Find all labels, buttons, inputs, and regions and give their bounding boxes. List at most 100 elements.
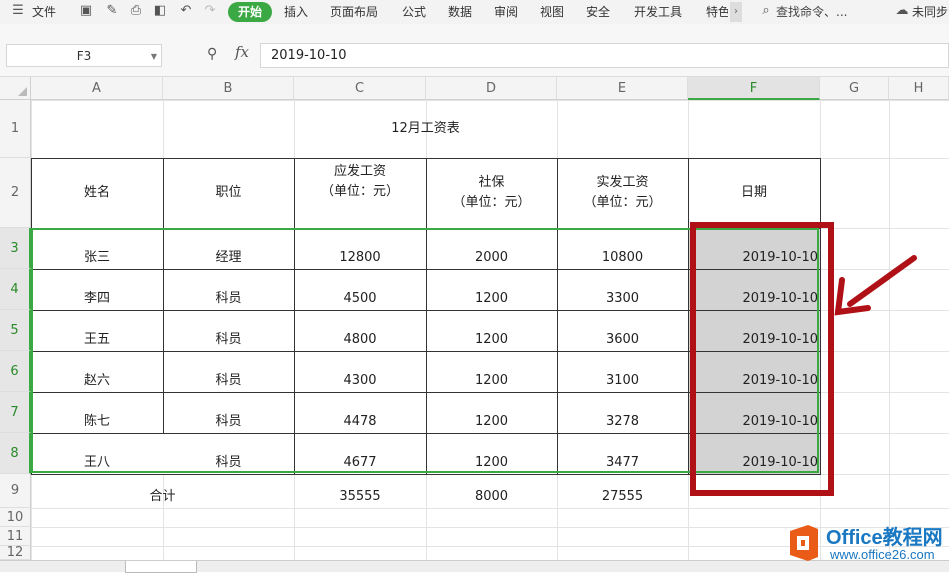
gridline-h — [31, 508, 949, 509]
column-header-h[interactable]: H — [889, 77, 949, 100]
column-header-d[interactable]: D — [426, 77, 557, 100]
row-header-4[interactable]: 4 — [0, 269, 31, 310]
cell-name[interactable]: 陈七 — [31, 392, 163, 433]
header-net-line-1: 实发工资 — [596, 175, 649, 190]
fx-icon[interactable]: fx — [235, 43, 249, 61]
tab-security[interactable]: 安全 — [586, 3, 610, 21]
row-header-7[interactable]: 7 — [0, 392, 31, 433]
cell-name[interactable]: 王八 — [31, 433, 163, 474]
tab-data[interactable]: 数据 — [448, 3, 472, 21]
cell-position[interactable]: 科员 — [163, 310, 294, 351]
cell-name[interactable]: 王五 — [31, 310, 163, 351]
name-box[interactable]: F3 ▼ — [6, 44, 162, 67]
row-header-5[interactable]: 5 — [0, 310, 31, 351]
column-header-g[interactable]: G — [820, 77, 889, 100]
watermark-brand: Office教程网 — [826, 527, 943, 549]
cell-gross[interactable]: 4300 — [294, 351, 426, 392]
cell-insurance[interactable]: 1200 — [426, 269, 557, 310]
undo-icon[interactable]: ↶ — [178, 3, 194, 19]
cell-position[interactable]: 科员 — [163, 392, 294, 433]
select-all-corner[interactable] — [0, 77, 31, 100]
header-net-line-2: （单位：元） — [583, 195, 662, 210]
column-header-f[interactable]: F — [688, 77, 820, 100]
format-painter-icon[interactable]: ✎ — [104, 3, 120, 19]
cell-net[interactable]: 3477 — [557, 433, 688, 474]
row-header-11[interactable]: 11 — [0, 527, 31, 546]
row-header-2[interactable]: 2 — [0, 158, 31, 228]
save-icon[interactable]: ▣ — [78, 3, 94, 19]
total-insurance[interactable]: 8000 — [426, 474, 557, 508]
column-header-b[interactable]: B — [163, 77, 294, 100]
tab-review[interactable]: 审阅 — [494, 3, 518, 21]
header-position[interactable]: 职位 — [163, 158, 294, 228]
header-insurance-line-1: 社保 — [478, 175, 505, 190]
cell-position[interactable]: 科员 — [163, 433, 294, 474]
sync-status[interactable]: 未同步 — [912, 3, 949, 21]
zoom-icon[interactable]: ⚲ — [207, 44, 227, 64]
row-header-1[interactable]: 1 — [0, 100, 31, 158]
corner-triangle-icon — [18, 87, 27, 96]
row-header-10[interactable]: 10 — [0, 508, 31, 527]
cell-insurance[interactable]: 1200 — [426, 351, 557, 392]
cell-net[interactable]: 3600 — [557, 310, 688, 351]
row-header-6[interactable]: 6 — [0, 351, 31, 392]
cell-net[interactable]: 3100 — [557, 351, 688, 392]
header-insurance-line-2: （单位：元） — [452, 195, 531, 210]
command-search[interactable]: 查找命令、... — [776, 3, 847, 21]
cell-gross[interactable]: 4500 — [294, 269, 426, 310]
sheet-tab[interactable] — [125, 561, 197, 573]
column-header-a[interactable]: A — [31, 77, 163, 100]
formula-input[interactable]: 2019-10-10 — [260, 43, 949, 68]
total-net[interactable]: 27555 — [557, 474, 688, 508]
row-header-9[interactable]: 9 — [0, 474, 31, 508]
search-icon[interactable]: ⌕ — [758, 3, 774, 19]
row-header-12[interactable]: 12 — [0, 546, 31, 560]
print-icon[interactable]: ⎙ — [128, 3, 144, 19]
header-name[interactable]: 姓名 — [31, 158, 163, 228]
chevron-down-icon[interactable]: ▼ — [151, 45, 157, 68]
tab-insert[interactable]: 插入 — [284, 3, 308, 21]
total-label[interactable]: 合计 — [31, 474, 294, 508]
total-gross[interactable]: 35555 — [294, 474, 426, 508]
tab-start[interactable]: 开始 — [228, 2, 272, 22]
cell-position[interactable]: 科员 — [163, 351, 294, 392]
cell-net[interactable]: 10800 — [557, 228, 688, 269]
cell-gross[interactable]: 4478 — [294, 392, 426, 433]
row-header-8[interactable]: 8 — [0, 433, 31, 474]
header-gross[interactable]: 应发工资 （单位：元） — [294, 158, 426, 228]
cell-insurance[interactable]: 1200 — [426, 310, 557, 351]
annotation-arrow-icon — [834, 255, 917, 316]
cell-net[interactable]: 3300 — [557, 269, 688, 310]
column-header-e[interactable]: E — [557, 77, 688, 100]
header-date[interactable]: 日期 — [688, 158, 820, 228]
cell-gross[interactable]: 4677 — [294, 433, 426, 474]
cell-name[interactable]: 张三 — [31, 228, 163, 269]
column-header-c[interactable]: C — [294, 77, 426, 100]
cell-net[interactable]: 3278 — [557, 392, 688, 433]
sheet-title[interactable]: 12月工资表 — [31, 100, 820, 158]
tab-page-layout[interactable]: 页面布局 — [330, 3, 378, 21]
cell-insurance[interactable]: 1200 — [426, 392, 557, 433]
more-tabs-button[interactable]: › — [730, 2, 742, 22]
tab-features[interactable]: 特色 — [706, 3, 728, 21]
cell-name[interactable]: 赵六 — [31, 351, 163, 392]
tab-view[interactable]: 视图 — [540, 3, 564, 21]
cell-position[interactable]: 经理 — [163, 228, 294, 269]
cell-position[interactable]: 科员 — [163, 269, 294, 310]
row-header-3[interactable]: 3 — [0, 228, 31, 269]
hamburger-menu-icon[interactable]: ☰ — [10, 3, 26, 19]
tab-formulas[interactable]: 公式 — [402, 3, 426, 21]
cell-name[interactable]: 李四 — [31, 269, 163, 310]
file-menu[interactable]: 文件 — [32, 3, 56, 21]
header-net[interactable]: 实发工资 （单位：元） — [557, 158, 688, 228]
redo-icon[interactable]: ↷ — [202, 3, 218, 19]
cloud-icon[interactable]: ☁ — [894, 3, 910, 19]
cell-gross[interactable]: 12800 — [294, 228, 426, 269]
tab-developer[interactable]: 开发工具 — [634, 3, 682, 21]
cell-insurance[interactable]: 1200 — [426, 433, 557, 474]
header-gross-line-2: （单位：元） — [320, 184, 399, 199]
cell-insurance[interactable]: 2000 — [426, 228, 557, 269]
cell-gross[interactable]: 4800 — [294, 310, 426, 351]
header-insurance[interactable]: 社保 （单位：元） — [426, 158, 557, 228]
print-preview-icon[interactable]: ◧ — [152, 3, 168, 19]
